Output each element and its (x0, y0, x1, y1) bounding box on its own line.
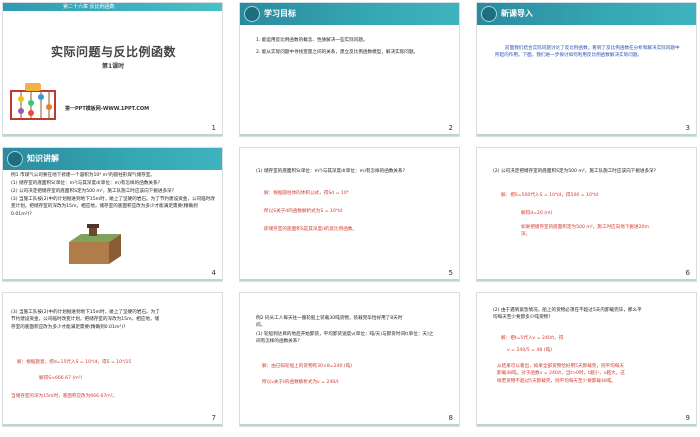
answer-line-1: 解：把t=5代入v = 240/t，得 (501, 336, 564, 341)
slide-thumbnail-5[interactable]: (1) 储存室的底面积S(单位：m²)与其深度d(单位：m)有怎样的函数关系? … (239, 147, 460, 282)
slide-thumbnail-8[interactable]: 例2 码头工人每天往一艘轮船上装载30吨货物，装载完毕恰好用了8天时间。 (1)… (239, 292, 460, 427)
answer-line-2: 所以v关于t的函数解析式为v = 240/t (262, 380, 339, 385)
question-line: (1) 储存室的底面积S(单位：m²)与其深度d(单位：m)有怎样的函数关系? (256, 169, 406, 174)
example-line-4: (3) 当施工队按(2)中的计划掘进到地下15m时，碰上了坚硬的岩石。为了节约建… (11, 197, 215, 217)
objective-2: 2. 能从实际问题中寻找变量之间的关系，建立反比例函数模型，解决实际问题。 (256, 50, 419, 55)
bottom-bar (3, 279, 222, 281)
answer-line-2: 解得S≈666.67 (m²) (39, 376, 83, 381)
slide-thumbnail-6[interactable]: (2) 公司决定把储存室的底面积S定为500 m²，施工队施工时应该向下掘进多深… (476, 147, 697, 282)
header-circle-icon (7, 151, 23, 167)
footer-site: 第一PPT模板网-WWW.1PPT.COM (65, 106, 150, 112)
abacus-illustration (10, 83, 56, 120)
header-title: 新课导入 (501, 9, 533, 18)
answer-line-3: 即储存室的底面积S是其深度d的反比例函数。 (264, 227, 358, 232)
answer-line-2: 解得d=20 (m) (521, 211, 553, 216)
header-circle-icon (481, 6, 497, 22)
answer-line-1: 解：把S=500代入S = 10⁴/d，得500 = 10⁴/d (501, 193, 599, 198)
example-line-3: (2) 公司决定把储存室的底面积S定为500 m²，施工队施工时应该向下掘进多深… (11, 189, 175, 194)
objective-1: 1. 能运用反比例函数的概念、性质解决一些实际问题。 (256, 38, 368, 43)
slide-title: 实际问题与反比例函数 (51, 45, 177, 59)
slide-number: 2 (448, 124, 453, 132)
slide-thumbnail-7[interactable]: (3) 当施工队按(2)中的计划掘进到地下15m时，碰上了坚硬的岩石。为了节约建… (2, 292, 223, 427)
question-line: (2) 由于遇到紧急情况，船上的货物必须在不超过5天内卸载完毕，那么平均每天至少… (493, 308, 642, 321)
question-line: (3) 当施工队按(2)中的计划掘进到地下15m时，碰上了坚硬的岩石。为了节约建… (11, 310, 160, 330)
slide-number: 6 (685, 269, 690, 277)
topbar-text: 第二十六章 反比例函数 (63, 4, 115, 10)
topbar: 第二十六章 反比例函数 (3, 3, 222, 11)
answer-line-1: 解：根据题意，把d=15代入S = 10⁴/d，得S = 10⁴/15 (17, 360, 132, 365)
bottom-bar (477, 279, 696, 281)
slide-subtitle: 第1课时 (102, 63, 125, 70)
bottom-bar (3, 134, 222, 136)
slide-thumbnail-3[interactable]: 新课导入 前面我们结合实际问题讨论了反比例函数，看到了反比例函数在分析和解决实际… (476, 2, 697, 137)
answer-line-3: 如果把储存室的底面积定为500 m²，施工时应向地下掘进20m深。 (521, 225, 649, 238)
slide-header: 新课导入 (477, 3, 696, 25)
answer-line-2: 所以S关于d的函数解析式为S = 10⁴/d (264, 209, 343, 214)
header-title: 知识讲解 (27, 154, 59, 163)
slide-number: 1 (211, 124, 216, 132)
example-line-2: (1) 轮船到达目的地后开始卸货，平均卸货速度v(单位：吨/天)与卸货时间t(单… (256, 332, 434, 345)
slide-number: 9 (685, 414, 690, 422)
bottom-bar (240, 424, 459, 426)
bottom-bar (477, 424, 696, 426)
answer-line-1: 解：根据圆柱体的体积公式，得Sd = 10⁴ (264, 191, 349, 196)
slide-thumbnail-9[interactable]: (2) 由于遇到紧急情况，船上的货物必须在不超过5天内卸载完毕，那么平均每天至少… (476, 292, 697, 427)
slide-number: 3 (685, 124, 690, 132)
slide-thumbnail-4[interactable]: 知识讲解 例1 市煤气公司要在地下修建一个容积为10⁴ m³的圆柱形煤气储存室。… (2, 147, 223, 282)
slide-number: 4 (211, 269, 216, 277)
slide-thumbnail-1[interactable]: 第二十六章 反比例函数 实际问题与反比例函数 第1课时 第一PPT模板网-WWW… (2, 2, 223, 137)
intro-paragraph: 前面我们结合实际问题讨论了反比例函数，看到了反比例函数在分析和解决实际问题中所起… (495, 46, 680, 59)
example-line-2: (1) 储存室的底面积S(单位：m²)与其深度d(单位：m)有怎样的函数关系? (11, 181, 161, 186)
example-line-1: 例2 码头工人每天往一艘轮船上装载30吨货物，装载完毕恰好用了8天时间。 (256, 316, 403, 329)
example-line-1: 例1 市煤气公司要在地下修建一个容积为10⁴ m³的圆柱形煤气储存室。 (11, 173, 155, 178)
slide-number: 8 (448, 414, 453, 422)
header-circle-icon (244, 6, 260, 22)
slide-header: 知识讲解 (3, 148, 222, 170)
answer-line-3: 从结果可以看出，如果全部货物恰好用5天卸载完，则平均每天卸载48吨。对于函数v … (497, 364, 625, 384)
slide-number: 7 (211, 414, 216, 422)
bottom-bar (240, 279, 459, 281)
bottom-bar (3, 424, 222, 426)
slide-thumbnail-2[interactable]: 学习目标 1. 能运用反比例函数的概念、性质解决一些实际问题。 2. 能从实际问… (239, 2, 460, 137)
bottom-bar (477, 134, 696, 136)
bottom-bar (240, 134, 459, 136)
header-title: 学习目标 (264, 9, 296, 18)
answer-line-2: v = 240/5 = 48 (吨) (507, 348, 552, 353)
ground-block-illustration (69, 224, 121, 264)
question-line: (2) 公司决定把储存室的底面积S定为500 m²，施工队施工时应该向下掘进多深… (493, 169, 657, 174)
slide-header: 学习目标 (240, 3, 459, 25)
answer-line-1: 解：由已知轮船上的货物有30×8=240 (吨) (262, 364, 352, 369)
answer-line-3: 当储存室的深为15m时，底面积应改为666.67m²。 (11, 394, 118, 399)
slide-number: 5 (448, 269, 453, 277)
